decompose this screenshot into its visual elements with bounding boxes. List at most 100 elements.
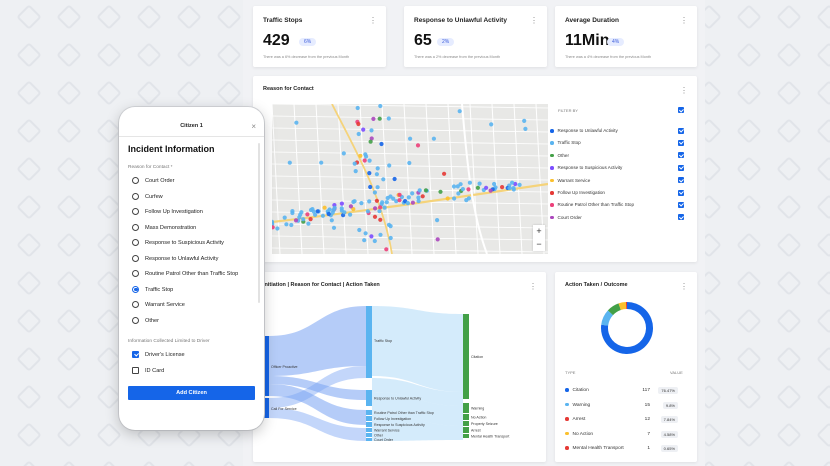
- outcome-row: Mental Health Transport 1 0.65%: [565, 445, 678, 458]
- filter-checkbox[interactable]: [678, 127, 684, 134]
- more-menu-icon[interactable]: ⋮: [530, 16, 538, 25]
- incident-marker: [377, 209, 382, 214]
- incident-marker: [342, 210, 347, 215]
- reason-option[interactable]: Warrant Service: [132, 301, 185, 311]
- incident-marker: [417, 188, 422, 193]
- option-label: Follow Up Investigation: [145, 209, 203, 215]
- radio-button[interactable]: [132, 270, 139, 278]
- zoom-out-button[interactable]: −: [533, 238, 545, 251]
- reason-option[interactable]: Response to Unlawful Activity: [132, 254, 218, 265]
- filter-all-checkbox[interactable]: [678, 107, 684, 113]
- close-icon[interactable]: ×: [251, 122, 256, 131]
- outcome-value: 15: [644, 402, 650, 408]
- radio-button[interactable]: [132, 223, 139, 231]
- checkbox[interactable]: [132, 351, 139, 359]
- filter-item: Warrant Service: [550, 178, 590, 183]
- incident-marker: [452, 196, 457, 201]
- incident-marker: [381, 177, 386, 182]
- incident-marker: [272, 225, 275, 230]
- incident-marker: [445, 196, 450, 201]
- info-option[interactable]: Driver's License: [132, 351, 185, 361]
- reason-label: Reason for Contact *: [128, 165, 173, 170]
- incident-marker: [368, 184, 373, 190]
- sankey-node-label: Follow Up Investigation: [374, 417, 411, 421]
- kpi-value: 11Min: [565, 32, 610, 49]
- filter-label: Follow Up Investigation: [557, 190, 606, 195]
- value-column-header: VALUE: [670, 370, 683, 375]
- incident-map[interactable]: + −: [272, 104, 548, 254]
- outcome-label: Mental Health Transport: [572, 446, 624, 452]
- sankey-node: [366, 416, 372, 421]
- radio-button[interactable]: [132, 301, 139, 309]
- incident-marker: [392, 176, 397, 182]
- outcome-row: Warning 15 9.8%: [565, 401, 678, 415]
- radio-button[interactable]: [132, 208, 139, 216]
- incident-marker: [475, 185, 480, 190]
- filter-item: Traffic Stop: [550, 140, 581, 145]
- filter-checkbox[interactable]: [678, 214, 684, 221]
- more-menu-icon[interactable]: ⋮: [680, 86, 688, 95]
- filter-checkbox[interactable]: [678, 177, 684, 184]
- kpi-card-average-duration: Average Duration ⋮ 11Min 4% There was a …: [555, 6, 697, 67]
- incident-marker: [371, 116, 376, 121]
- reason-option[interactable]: Routine Patrol Other than Traffic Stop: [132, 270, 238, 280]
- filter-checkbox[interactable]: [678, 164, 684, 171]
- more-menu-icon[interactable]: ⋮: [529, 282, 537, 291]
- radio-button[interactable]: [132, 254, 139, 262]
- incident-marker: [410, 191, 415, 196]
- checkbox[interactable]: [132, 367, 139, 375]
- outcome-percent: 0.65%: [660, 445, 678, 452]
- reason-option[interactable]: Traffic Stop: [132, 285, 173, 296]
- sankey-node-label: Other: [374, 434, 384, 438]
- incident-marker: [467, 180, 472, 185]
- radio-button[interactable]: [132, 285, 139, 293]
- filter-checkbox[interactable]: [678, 189, 684, 196]
- kpi-title: Average Duration: [565, 17, 619, 24]
- more-menu-icon[interactable]: ⋮: [369, 16, 377, 25]
- incident-marker: [523, 126, 528, 131]
- reason-option[interactable]: Response to Suspicious Activity: [132, 239, 224, 249]
- more-menu-icon[interactable]: ⋮: [680, 282, 688, 291]
- filter-checkbox[interactable]: [678, 139, 684, 146]
- radio-button[interactable]: [132, 239, 139, 247]
- radio-button[interactable]: [132, 177, 139, 185]
- map-road: [403, 104, 413, 254]
- incident-marker: [315, 209, 320, 214]
- incident-marker: [397, 192, 402, 197]
- filter-checkbox[interactable]: [678, 201, 684, 208]
- filter-item: Other: [550, 153, 569, 158]
- option-label: Curfew: [145, 193, 163, 200]
- radio-button[interactable]: [132, 316, 139, 324]
- incident-marker: [331, 225, 337, 230]
- scrollbar[interactable]: [258, 143, 260, 303]
- filter-checkbox[interactable]: [678, 152, 684, 159]
- sankey-node: [366, 306, 372, 378]
- incident-marker: [374, 198, 379, 203]
- info-option[interactable]: ID Card: [132, 367, 164, 377]
- option-label: Warrant Service: [145, 302, 185, 308]
- filter-by-label: FILTER BY: [558, 108, 578, 113]
- incident-marker: [294, 120, 299, 125]
- legend-dot: [565, 388, 569, 392]
- legend-dot: [550, 153, 554, 158]
- more-menu-icon[interactable]: ⋮: [680, 16, 688, 25]
- reason-option[interactable]: Mass Demonstration: [132, 223, 196, 234]
- incident-marker: [282, 215, 287, 220]
- reason-option[interactable]: Court Order: [132, 177, 175, 187]
- incident-marker: [372, 190, 377, 195]
- reason-option[interactable]: Curfew: [132, 192, 163, 203]
- incident-marker: [378, 205, 383, 210]
- reason-option[interactable]: Follow Up Investigation: [132, 208, 203, 218]
- option-label: Other: [145, 317, 159, 324]
- add-citizen-button[interactable]: Add Citizen: [128, 386, 255, 400]
- option-label: Driver's License: [145, 352, 185, 358]
- incident-marker: [372, 238, 377, 244]
- incident-marker: [320, 213, 325, 218]
- reason-option[interactable]: Other: [132, 316, 159, 327]
- legend-dot: [550, 166, 554, 170]
- radio-button[interactable]: [132, 192, 139, 200]
- zoom-in-button[interactable]: +: [533, 225, 545, 238]
- incident-marker: [322, 205, 327, 210]
- map-road: [315, 104, 325, 254]
- incident-marker: [386, 222, 392, 227]
